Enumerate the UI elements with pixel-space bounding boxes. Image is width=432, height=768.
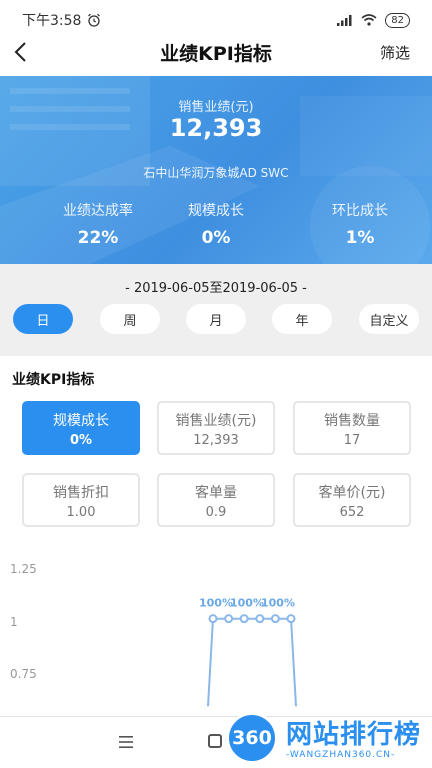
wifi-icon xyxy=(361,14,377,26)
period-year-button[interactable]: 年 xyxy=(272,304,332,334)
data-point xyxy=(224,614,234,624)
stat-label: 环比成长 xyxy=(332,203,388,219)
kpi-card-avg-order-value[interactable]: 客单价(元) 652 xyxy=(293,473,411,527)
kpi-card-value: 0.9 xyxy=(205,505,227,520)
kpi-card-label: 销售业绩(元) xyxy=(175,413,257,429)
kpi-card-label: 规模成长 xyxy=(53,413,109,429)
kpi-card-order-count[interactable]: 客单量 0.9 xyxy=(157,473,275,527)
kpi-card-value: 17 xyxy=(343,433,361,448)
mom-growth-stat: 环比成长 1% xyxy=(288,200,432,248)
kpi-section-title: 业绩KPI指标 xyxy=(12,372,95,388)
period-selector-panel: - 2019-06-05至2019-06-05 - 日 周 月 年 自定义 xyxy=(0,264,432,356)
kpi-card-label: 销售折扣 xyxy=(53,485,109,501)
chart-plot: 100%100%100% xyxy=(199,597,297,707)
status-time: 下午3:58 xyxy=(22,13,82,29)
home-square-icon[interactable] xyxy=(208,734,222,748)
kpi-card-sales-discount[interactable]: 销售折扣 1.00 xyxy=(22,473,140,527)
kpi-card-value: 0% xyxy=(69,433,93,448)
site-watermark: 360 网站排行榜 -WANGZHAN360.CN- xyxy=(222,702,432,768)
stat-value: 0% xyxy=(201,228,231,248)
data-point xyxy=(239,614,249,624)
watermark-title: 网站排行榜 xyxy=(286,720,422,750)
kpi-card-label: 销售数量 xyxy=(324,413,380,429)
series-line xyxy=(207,617,297,707)
page-title: 业绩KPI指标 xyxy=(160,42,272,65)
period-custom-button[interactable]: 自定义 xyxy=(359,304,419,334)
data-label: 100% xyxy=(199,597,233,610)
kpi-card-scale-growth[interactable]: 规模成长 0% xyxy=(22,401,140,455)
stat-label: 规模成长 xyxy=(188,203,244,219)
kpi-card-value: 1.00 xyxy=(66,505,96,520)
data-point xyxy=(208,614,218,624)
chevron-left-icon[interactable] xyxy=(10,40,34,64)
filter-button[interactable]: 筛选 xyxy=(380,42,410,63)
sales-summary-banner: 销售业绩(元) 12,393 石中山华润万象城AD SWC 业绩达成率 22% … xyxy=(0,76,432,264)
period-day-button[interactable]: 日 xyxy=(13,304,73,334)
sales-amount-value: 12,393 xyxy=(169,114,263,142)
kpi-card-sales-amount[interactable]: 销售业绩(元) 12,393 xyxy=(157,401,275,455)
kpi-card-label: 客单价(元) xyxy=(318,485,386,501)
kpi-card-value: 12,393 xyxy=(193,433,239,448)
data-point xyxy=(286,614,296,624)
alarm-clock-icon xyxy=(88,13,101,27)
status-indicators: 82 xyxy=(337,12,410,28)
scale-growth-stat: 规模成长 0% xyxy=(144,200,288,248)
store-name: 石中山华润万象城AD SWC xyxy=(143,166,289,180)
menu-icon[interactable] xyxy=(118,734,134,750)
data-label: 100% xyxy=(230,597,264,610)
watermark-subtitle: -WANGZHAN360.CN- xyxy=(286,750,396,760)
stat-value: 1% xyxy=(345,228,375,248)
data-label: 100% xyxy=(261,597,295,610)
sales-amount-label: 销售业绩(元) xyxy=(178,100,254,115)
period-week-button[interactable]: 周 xyxy=(100,304,160,334)
data-point xyxy=(270,614,280,624)
kpi-page: 下午3:58 82 业绩KPI指标 筛选 销售业绩(元) 12,393 石中山华… xyxy=(0,0,432,768)
data-point xyxy=(255,614,265,624)
signal-icon xyxy=(337,15,352,26)
kpi-card-label: 客单量 xyxy=(195,485,237,501)
date-range[interactable]: - 2019-06-05至2019-06-05 - xyxy=(0,277,432,296)
kpi-line-chart: 1.25 1 0.75 100% 100% 100% xyxy=(0,556,432,716)
kpi-card-sales-quantity[interactable]: 销售数量 17 xyxy=(293,401,411,455)
nav-bar: 业绩KPI指标 筛选 xyxy=(0,32,432,72)
kpi-card-value: 652 xyxy=(339,505,365,520)
watermark-badge: 360 xyxy=(226,712,278,764)
period-month-button[interactable]: 月 xyxy=(186,304,246,334)
battery-indicator: 82 xyxy=(385,12,410,28)
